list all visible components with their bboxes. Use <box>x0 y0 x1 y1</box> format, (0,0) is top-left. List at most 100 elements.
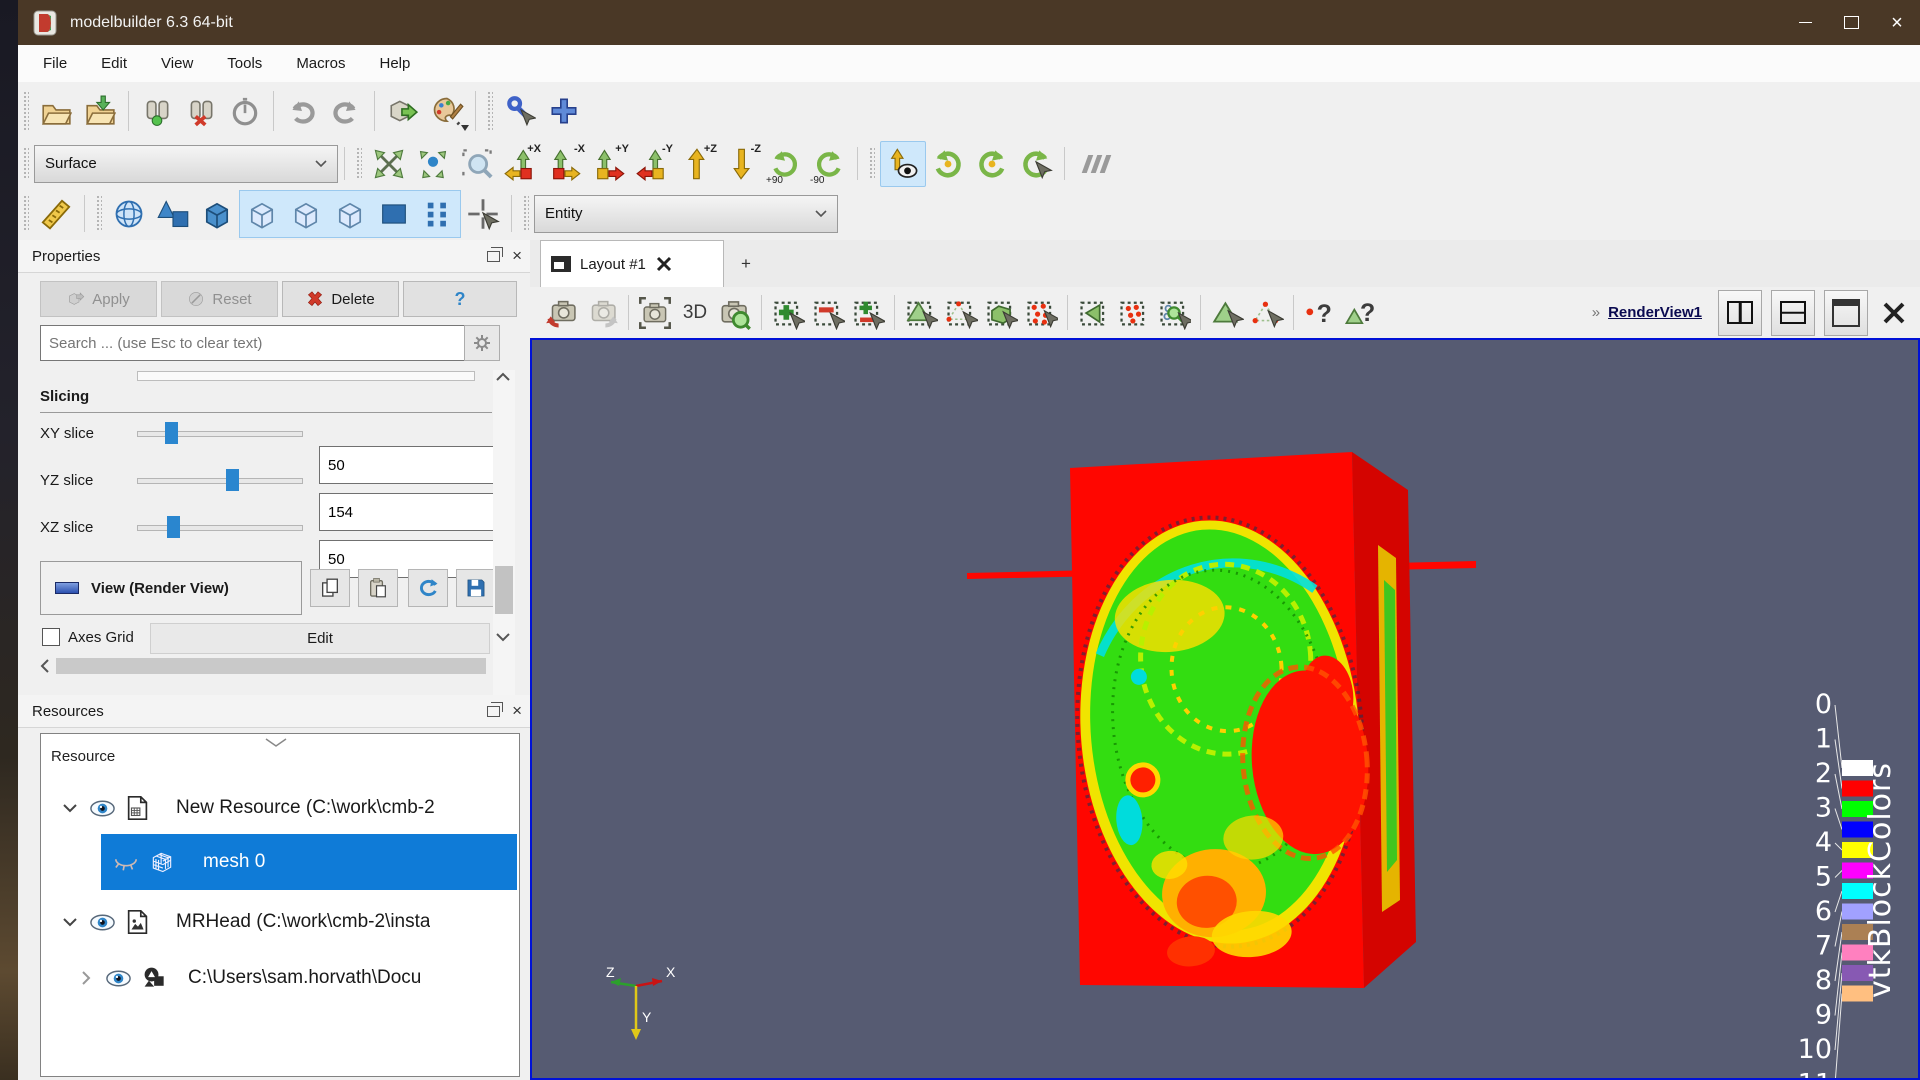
reset-button[interactable]: Reset <box>161 281 278 317</box>
save-view-button[interactable] <box>456 569 496 607</box>
show-surfaces-toggle[interactable] <box>372 192 416 236</box>
camera-undo-button[interactable] <box>542 293 582 333</box>
query-point-tooltip-button[interactable]: ? <box>1300 293 1340 333</box>
hover-cells-button[interactable] <box>1207 293 1247 333</box>
help-button[interactable]: ? <box>403 281 517 317</box>
select-points-through-button[interactable] <box>1021 293 1061 333</box>
delete-button[interactable]: Delete <box>282 281 399 317</box>
close-button[interactable]: × <box>1874 0 1920 45</box>
toolbar-grip[interactable] <box>356 147 362 180</box>
tree-row-mrhead[interactable]: MRHead (C:\work\cmb-2\insta <box>41 896 517 948</box>
show-points-toggle[interactable] <box>416 192 460 236</box>
set-view-minus-x-button[interactable]: -X <box>543 142 587 186</box>
set-view-minus-z-button[interactable]: -Z <box>719 142 763 186</box>
axes-grid-edit-button[interactable]: Edit <box>150 623 490 654</box>
split-horizontal-button[interactable] <box>1718 290 1762 336</box>
timer-button[interactable] <box>223 89 267 133</box>
close-panel-icon[interactable]: × <box>512 246 522 266</box>
close-view-button[interactable] <box>1868 300 1920 326</box>
chevron-expanded-icon[interactable] <box>63 917 77 927</box>
collapse-handle-icon[interactable] <box>265 738 287 748</box>
hover-points-button[interactable] <box>1247 293 1287 333</box>
apply-button[interactable]: Apply <box>40 281 157 317</box>
menu-file[interactable]: File <box>26 45 84 82</box>
reload-view-button[interactable] <box>408 569 448 607</box>
sources-shapes-button[interactable] <box>151 192 195 236</box>
new-layout-tab[interactable]: + <box>724 241 768 287</box>
yz-slice-slider[interactable] <box>137 469 303 491</box>
scroll-down-icon[interactable] <box>496 632 510 642</box>
render-viewport[interactable]: Z X Y 01234567891011 vtkBlockColors <box>530 338 1920 1080</box>
toolbar-grip[interactable] <box>23 195 29 232</box>
resources-header[interactable]: Resources × <box>18 695 530 728</box>
add-selection-button[interactable] <box>768 293 808 333</box>
zoom-to-box-button[interactable] <box>455 142 499 186</box>
minimize-button[interactable] <box>1782 0 1828 45</box>
chevron-collapsed-icon[interactable] <box>81 971 91 985</box>
scroll-up-icon[interactable] <box>496 372 510 382</box>
search-input[interactable] <box>40 325 476 361</box>
paste-view-button[interactable] <box>358 569 398 607</box>
xy-slice-value[interactable] <box>319 446 510 484</box>
horizontal-scrollbar[interactable] <box>40 655 502 677</box>
select-points-on-surface-button[interactable] <box>941 293 981 333</box>
visibility-eye-closed-icon[interactable] <box>113 850 139 874</box>
interactive-select-button[interactable] <box>1154 293 1194 333</box>
zoom-to-extents-button[interactable] <box>367 142 411 186</box>
toolbar-grip[interactable] <box>487 91 493 132</box>
set-view-plus-z-button[interactable]: +Z <box>675 142 719 186</box>
menu-tools[interactable]: Tools <box>210 45 279 82</box>
copy-view-button[interactable] <box>310 569 350 607</box>
link-resource-button[interactable] <box>135 89 179 133</box>
toolbar-handle-icon[interactable] <box>1085 155 1108 173</box>
toggle-center-axes-button[interactable] <box>880 141 926 187</box>
render-view-name[interactable]: RenderView1 <box>1608 304 1702 321</box>
toolbar-grip[interactable] <box>23 147 29 180</box>
float-panel-icon[interactable] <box>487 251 500 262</box>
split-vertical-button[interactable] <box>1771 290 1815 336</box>
scroll-left-icon[interactable] <box>40 659 50 673</box>
rotate-90-cw-button[interactable]: +90 <box>763 142 807 186</box>
toggle-3d-button[interactable]: 3D <box>675 293 715 333</box>
select-cells-on-surface-button[interactable] <box>901 293 941 333</box>
show-volumes-toggle[interactable] <box>328 192 372 236</box>
undo-button[interactable] <box>280 89 324 133</box>
resource-column-header[interactable]: Resource <box>51 748 519 765</box>
solid-cube-button[interactable] <box>195 192 239 236</box>
xy-slice-slider[interactable] <box>137 422 303 444</box>
close-panel-icon[interactable]: × <box>512 701 522 721</box>
scrollbar-thumb[interactable] <box>495 566 513 614</box>
properties-header[interactable]: Properties × <box>18 240 530 273</box>
xz-slice-handle[interactable] <box>167 516 180 538</box>
horizontal-scrollbar-top[interactable] <box>137 371 475 381</box>
tab-layout-1[interactable]: Layout #1 <box>540 240 724 287</box>
select-block-button[interactable] <box>1074 293 1114 333</box>
float-panel-icon[interactable] <box>487 706 500 717</box>
maximize-button[interactable] <box>1828 0 1874 45</box>
add-source-button[interactable] <box>542 89 586 133</box>
tree-row-image-source[interactable]: C:\Users\sam.horvath\Docu <box>41 952 517 1004</box>
rotate-camera-pointer-button[interactable] <box>1014 142 1058 186</box>
remove-resource-button[interactable] <box>179 89 223 133</box>
visibility-eye-icon[interactable] <box>89 909 116 936</box>
capture-zoom-screenshot-button[interactable] <box>715 293 755 333</box>
toggle-selection-button[interactable] <box>848 293 888 333</box>
color-palette-button[interactable] <box>425 89 469 133</box>
menu-macros[interactable]: Macros <box>279 45 362 82</box>
rotate-camera-cw-button[interactable] <box>926 142 970 186</box>
entity-select[interactable]: Entity <box>534 195 838 233</box>
visibility-eye-icon[interactable] <box>89 795 116 822</box>
scrollbar-thumb[interactable] <box>56 658 486 674</box>
tree-row-mesh0[interactable]: mesh 0 <box>101 834 517 890</box>
redo-button[interactable] <box>324 89 368 133</box>
close-tab-icon[interactable] <box>655 255 673 273</box>
export-scene-button[interactable] <box>381 89 425 133</box>
camera-redo-button[interactable] <box>582 293 622 333</box>
set-view-plus-y-button[interactable]: +Y <box>587 142 631 186</box>
zoom-to-data-button[interactable] <box>411 142 455 186</box>
menu-view[interactable]: View <box>144 45 210 82</box>
axes-grid-checkbox[interactable] <box>42 628 60 646</box>
menu-edit[interactable]: Edit <box>84 45 144 82</box>
query-cell-tooltip-button[interactable]: ? <box>1340 293 1380 333</box>
xy-slice-handle[interactable] <box>165 422 178 444</box>
